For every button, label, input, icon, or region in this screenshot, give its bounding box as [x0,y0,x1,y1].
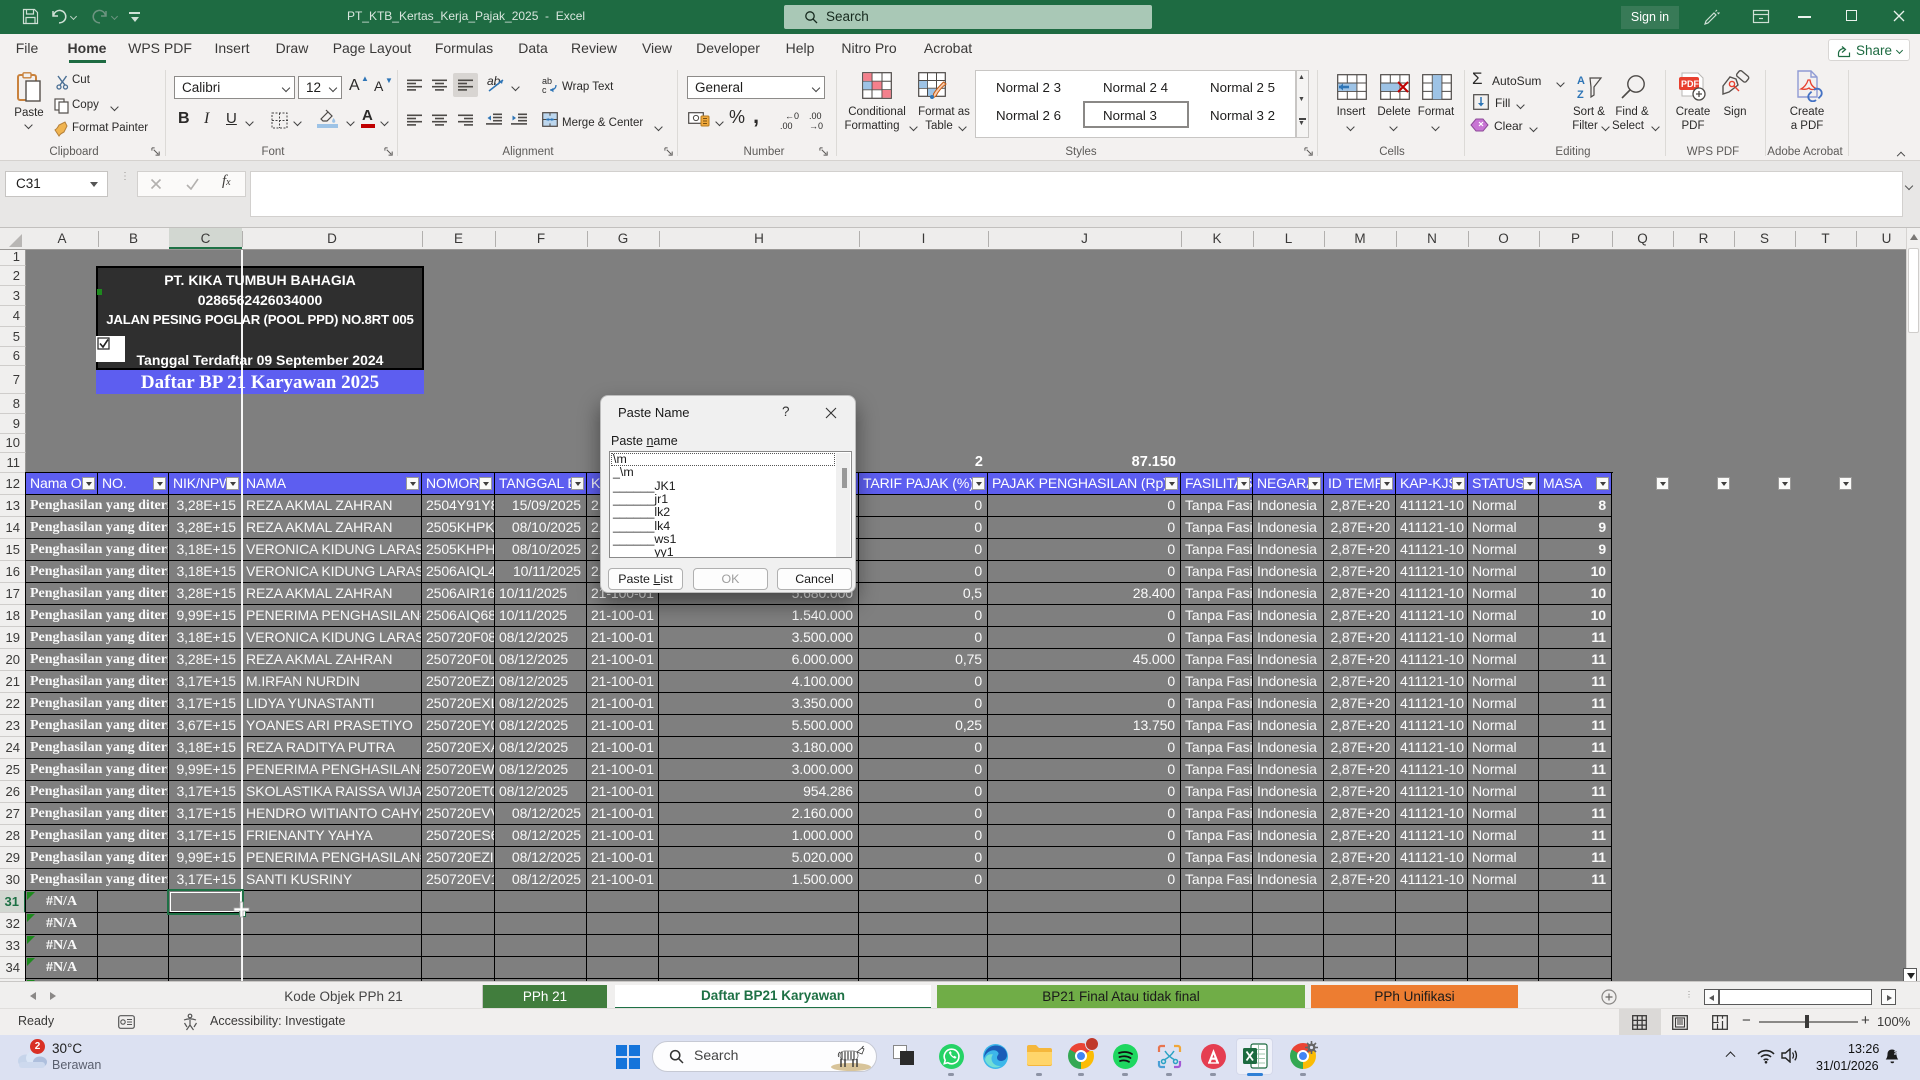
svg-text:A: A [1577,75,1585,87]
svg-text:.00: .00 [809,111,822,121]
svg-text:z: z [1894,1050,1898,1057]
svg-text:→0: →0 [809,121,823,130]
svg-text:←0: ←0 [785,111,799,121]
svg-text:.00: .00 [780,121,793,130]
svg-text:Z: Z [1577,89,1584,100]
svg-text:PDF: PDF [1681,79,1700,89]
svg-text:c: c [542,85,547,94]
